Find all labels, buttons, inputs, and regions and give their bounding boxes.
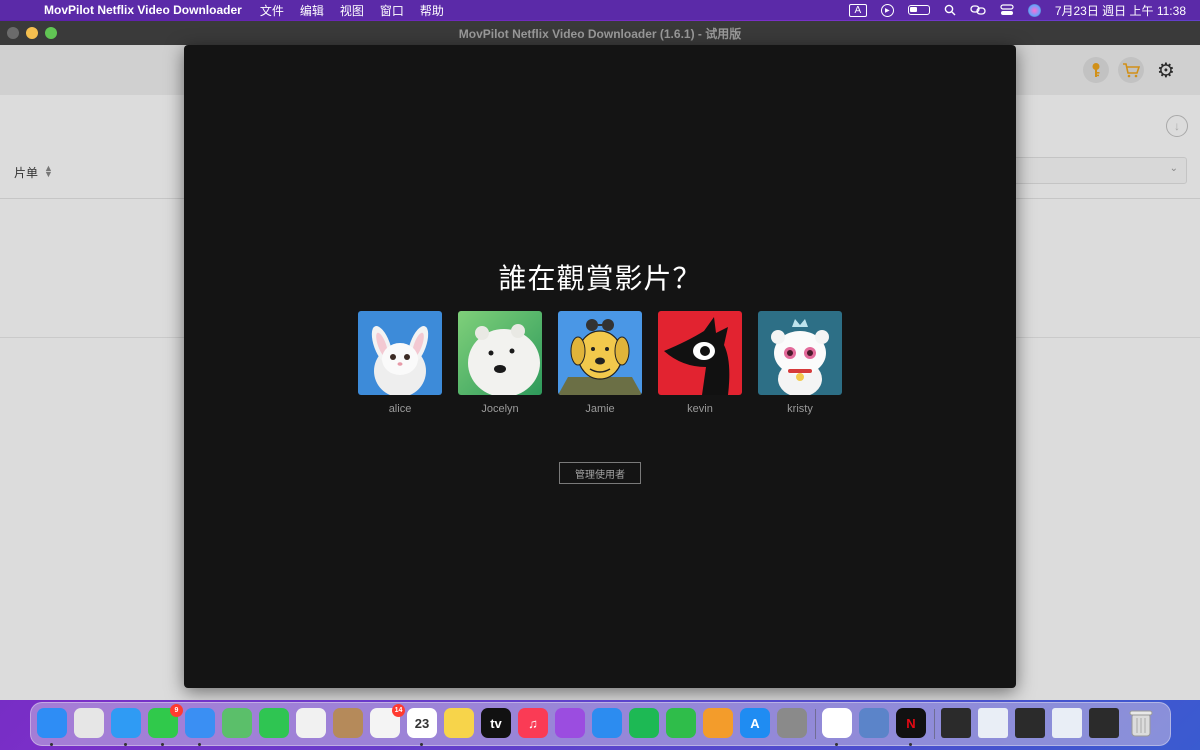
- dock-safari-icon[interactable]: [111, 708, 141, 738]
- running-indicator: [198, 743, 201, 746]
- dock-photos-icon[interactable]: [296, 708, 326, 738]
- menu-edit[interactable]: 编辑: [300, 2, 324, 19]
- siri-icon[interactable]: [1027, 3, 1041, 17]
- dock: 9 14 23 tv ♫ A N: [30, 702, 1171, 746]
- cartoon-dog-avatar[interactable]: [558, 311, 642, 395]
- dialog-title: 誰在觀賞影片？: [498, 262, 702, 295]
- menu-file[interactable]: 文件: [260, 2, 284, 19]
- profile-jamie[interactable]: Jamie: [558, 311, 642, 415]
- dock-maps-icon[interactable]: [222, 708, 252, 738]
- dock-separator: [815, 709, 816, 739]
- now-playing-icon[interactable]: ▶: [880, 3, 894, 17]
- running-indicator: [124, 743, 127, 746]
- running-indicator: [835, 743, 838, 746]
- lucky-cat-avatar[interactable]: [758, 311, 842, 395]
- register-key-button[interactable]: [1083, 57, 1109, 83]
- battery-icon[interactable]: [907, 5, 930, 15]
- minimized-window-thumbnail[interactable]: [1089, 708, 1119, 738]
- quality-select[interactable]: ⌄: [1010, 157, 1187, 184]
- minimized-window-thumbnail[interactable]: [941, 708, 971, 738]
- app-window: MovPilot Netflix Video Downloader (1.6.1…: [0, 21, 1200, 700]
- profile-select-dialog: 誰在觀賞影片？ alice Jocelyn Jamie kevin kristy…: [184, 45, 1016, 688]
- profile-name: alice: [388, 403, 412, 415]
- chevron-down-icon: ⌄: [1169, 163, 1178, 174]
- sort-arrows-icon[interactable]: ▲ ▼: [44, 164, 53, 179]
- download-list-icon[interactable]: ↓: [1166, 115, 1188, 137]
- dock-preview-icon[interactable]: [859, 708, 889, 738]
- profile-kristy[interactable]: kristy: [758, 311, 842, 415]
- dock-trash-icon[interactable]: [1126, 708, 1156, 738]
- running-indicator: [909, 743, 912, 746]
- screen-mirroring-icon[interactable]: [970, 4, 986, 16]
- dock-apple-tv-icon[interactable]: tv: [481, 708, 511, 738]
- key-icon: [1092, 63, 1100, 77]
- dock-facetime-icon[interactable]: [259, 708, 289, 738]
- sort-label[interactable]: 片单: [14, 164, 38, 181]
- window-titlebar: MovPilot Netflix Video Downloader (1.6.1…: [0, 21, 1200, 45]
- cart-icon: [1123, 63, 1140, 78]
- menu-bar: MovPilot Netflix Video Downloader 文件 编辑 …: [0, 0, 1200, 20]
- dock-music-icon[interactable]: ♫: [518, 708, 548, 738]
- profile-list: alice Jocelyn Jamie kevin kristy: [358, 311, 842, 415]
- profile-name: kristy: [787, 403, 813, 415]
- purchase-cart-button[interactable]: [1118, 57, 1144, 83]
- notification-badge: 9: [170, 704, 183, 717]
- dock-calendar-icon[interactable]: 23: [407, 708, 437, 738]
- dock-spotify-icon[interactable]: [629, 708, 659, 738]
- window-zoom-button[interactable]: [45, 27, 57, 39]
- black-creature-avatar[interactable]: [658, 311, 742, 395]
- minimized-window-thumbnail[interactable]: [978, 708, 1008, 738]
- app-menu[interactable]: MovPilot Netflix Video Downloader: [44, 3, 242, 17]
- minimized-window-thumbnail[interactable]: [1052, 708, 1082, 738]
- dock-separator: [934, 709, 935, 739]
- gear-icon: ⚙: [1157, 59, 1175, 82]
- profile-kevin[interactable]: kevin: [658, 311, 742, 415]
- profile-name: Jocelyn: [481, 403, 519, 415]
- spotlight-search-icon[interactable]: [944, 4, 956, 16]
- profile-name: kevin: [687, 403, 713, 415]
- dock-podcasts-icon[interactable]: [555, 708, 585, 738]
- dock-messages-icon[interactable]: 9: [148, 704, 183, 738]
- dock-keynote-icon[interactable]: [592, 708, 622, 738]
- running-indicator: [161, 743, 164, 746]
- profile-alice[interactable]: alice: [358, 311, 442, 415]
- control-center-icon[interactable]: [1000, 4, 1014, 16]
- dock-movpilot-netflix-icon[interactable]: N: [896, 708, 926, 738]
- dock-launchpad-icon[interactable]: [74, 708, 104, 738]
- menubar-clock[interactable]: 7月23日 週日 上午 11:38: [1055, 2, 1186, 19]
- menu-help[interactable]: 帮助: [420, 2, 444, 19]
- input-source-icon[interactable]: A: [848, 3, 867, 17]
- profile-name: Jamie: [585, 403, 615, 415]
- profile-jocelyn[interactable]: Jocelyn: [458, 311, 542, 415]
- dock-notes-icon[interactable]: [444, 708, 474, 738]
- running-indicator: [420, 743, 423, 746]
- window-minimize-button[interactable]: [26, 27, 38, 39]
- window-title: MovPilot Netflix Video Downloader (1.6.1…: [458, 26, 742, 41]
- dock-contacts-icon[interactable]: [333, 708, 363, 738]
- running-indicator: [50, 743, 53, 746]
- manage-profiles-button[interactable]: 管理使用者: [559, 462, 641, 484]
- dock-system-settings-icon[interactable]: [777, 708, 807, 738]
- window-close-button[interactable]: [7, 27, 19, 39]
- dock-chrome-icon[interactable]: [822, 708, 852, 738]
- menu-window[interactable]: 窗口: [380, 2, 404, 19]
- polar-bear-avatar[interactable]: [458, 311, 542, 395]
- dock-pages-icon[interactable]: [703, 708, 733, 738]
- bunny-avatar[interactable]: [358, 311, 442, 395]
- dock-mail-icon[interactable]: [185, 708, 215, 738]
- minimized-window-thumbnail[interactable]: [1015, 708, 1045, 738]
- notification-badge: 14: [392, 704, 405, 717]
- menu-view[interactable]: 视图: [340, 2, 364, 19]
- dock-app-store-icon[interactable]: A: [740, 708, 770, 738]
- settings-button[interactable]: ⚙: [1153, 57, 1179, 83]
- dock-finder-icon[interactable]: [37, 708, 67, 738]
- dock-reminders-icon[interactable]: 14: [370, 704, 405, 738]
- dock-numbers-icon[interactable]: [666, 708, 696, 738]
